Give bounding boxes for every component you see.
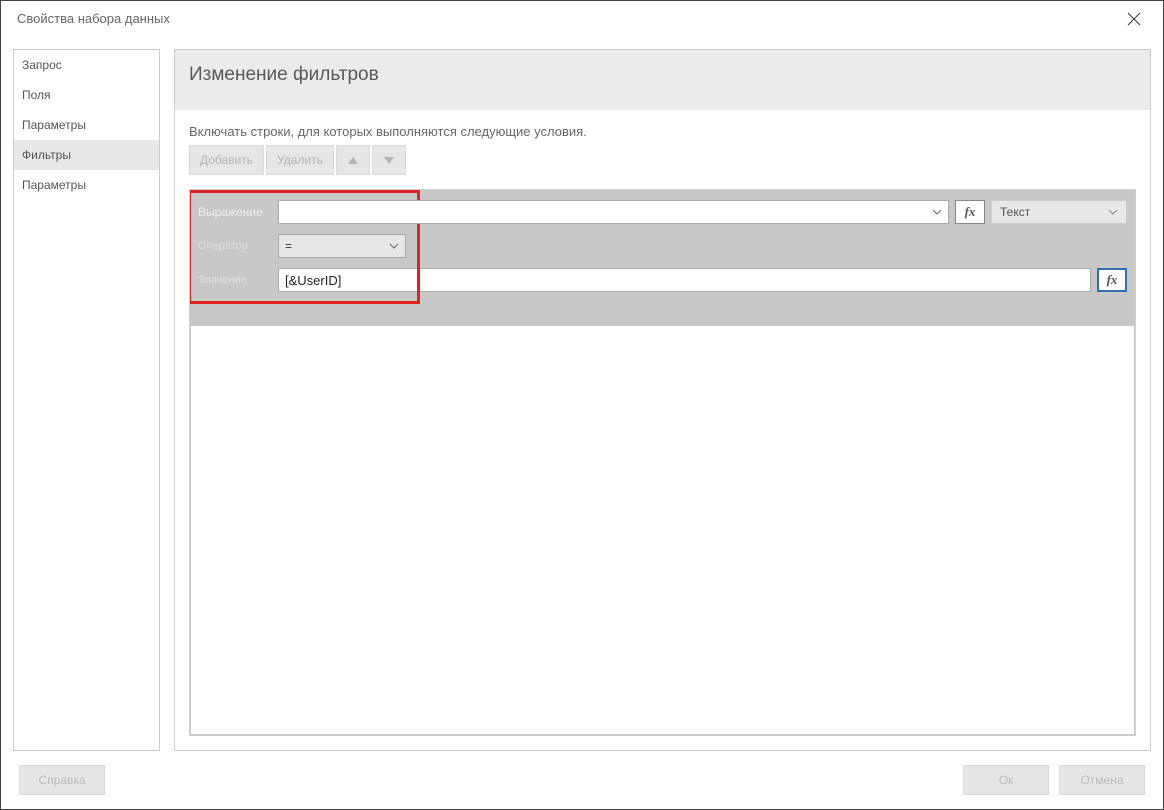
move-down-button[interactable] xyxy=(372,145,406,175)
operator-label: Оператор xyxy=(198,240,272,252)
page-title: Изменение фильтров xyxy=(189,64,1136,86)
type-value: Текст xyxy=(1000,205,1030,219)
value-label: Значение xyxy=(198,274,272,286)
dialog-body: Запрос Поля Параметры Фильтры Параметры … xyxy=(1,37,1163,751)
instruction-text: Включать строки, для которых выполняются… xyxy=(189,124,1136,139)
arrow-up-icon xyxy=(348,157,358,164)
toolbar: Добавить Удалить xyxy=(189,145,1136,175)
chevron-down-icon xyxy=(1108,209,1118,215)
chevron-down-icon xyxy=(932,209,942,215)
main-body: Включать строки, для которых выполняются… xyxy=(175,110,1150,750)
operator-select[interactable]: = xyxy=(278,234,406,258)
ok-button[interactable]: Ок xyxy=(963,765,1049,795)
dialog-window: Свойства набора данных Запрос Поля Парам… xyxy=(0,0,1164,810)
main-header: Изменение фильтров xyxy=(175,50,1150,110)
expression-fx-button[interactable]: fx xyxy=(955,200,985,224)
value-input[interactable] xyxy=(278,268,1091,292)
sidebar-item-label: Фильтры xyxy=(22,148,71,162)
expression-select[interactable] xyxy=(278,200,949,224)
value-fx-button[interactable]: fx xyxy=(1097,268,1127,292)
sidebar-item-filters[interactable]: Фильтры xyxy=(14,140,159,170)
sidebar-item-label: Параметры xyxy=(22,178,86,192)
expression-label: Выражение xyxy=(198,205,272,219)
close-icon xyxy=(1127,12,1141,26)
operator-value: = xyxy=(285,239,292,253)
value-row: Значение fx xyxy=(198,268,1127,292)
cancel-button[interactable]: Отмена xyxy=(1059,765,1145,795)
window-title: Свойства набора данных xyxy=(17,11,170,26)
sidebar: Запрос Поля Параметры Фильтры Параметры xyxy=(13,49,160,751)
help-button[interactable]: Справка xyxy=(19,765,105,795)
filter-row[interactable]: Выражение fx Текст xyxy=(190,190,1135,300)
dialog-footer: Справка Ок Отмена xyxy=(1,751,1163,809)
filter-list-empty xyxy=(191,326,1134,734)
type-select[interactable]: Текст xyxy=(991,200,1127,224)
chevron-down-icon xyxy=(389,243,399,249)
add-button[interactable]: Добавить xyxy=(189,145,264,175)
filter-fields: Выражение fx Текст xyxy=(198,200,1127,292)
main-panel: Изменение фильтров Включать строки, для … xyxy=(174,49,1151,751)
sidebar-item-label: Поля xyxy=(22,88,51,102)
sidebar-item-fields[interactable]: Поля xyxy=(14,80,159,110)
arrow-down-icon xyxy=(384,157,394,164)
close-button[interactable] xyxy=(1113,3,1155,35)
sidebar-item-query[interactable]: Запрос xyxy=(14,50,159,80)
sidebar-item-params[interactable]: Параметры xyxy=(14,110,159,140)
sidebar-item-params2[interactable]: Параметры xyxy=(14,170,159,200)
filter-list: Выражение fx Текст xyxy=(189,189,1136,736)
delete-button[interactable]: Удалить xyxy=(266,145,334,175)
sidebar-item-label: Запрос xyxy=(22,58,62,72)
operator-row: Оператор = xyxy=(198,234,1127,258)
move-up-button[interactable] xyxy=(336,145,370,175)
sidebar-item-label: Параметры xyxy=(22,118,86,132)
expression-row: Выражение fx Текст xyxy=(198,200,1127,224)
titlebar: Свойства набора данных xyxy=(1,1,1163,37)
